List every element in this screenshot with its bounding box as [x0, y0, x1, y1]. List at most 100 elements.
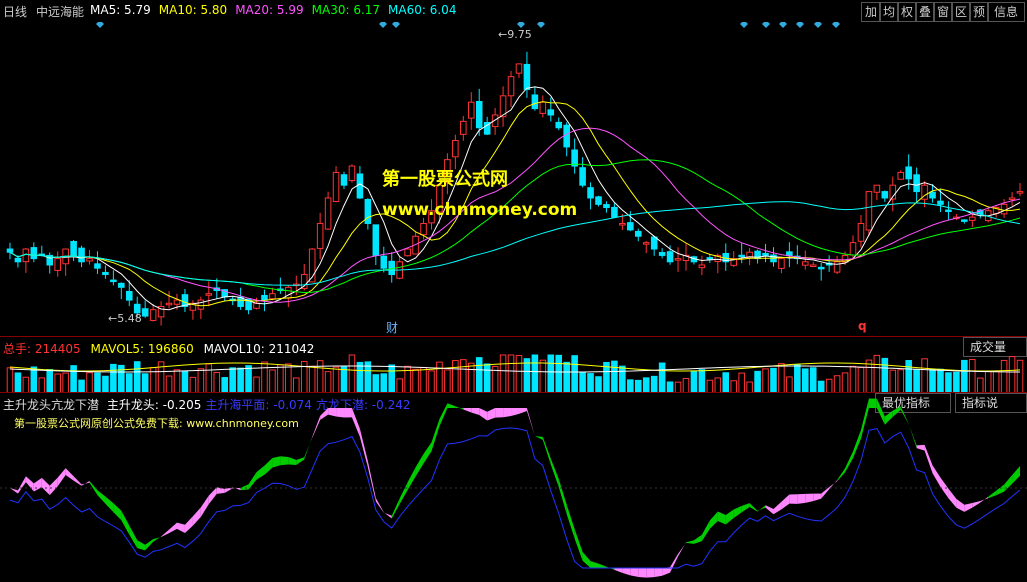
volume-bar [38, 377, 46, 393]
candle-body [555, 121, 563, 129]
rising-band [805, 493, 814, 503]
signal-diamond [537, 22, 545, 28]
falling-band [725, 509, 734, 525]
volume-bar [770, 367, 777, 393]
toolbar-button[interactable]: 权 [897, 2, 917, 22]
toolbar-button[interactable]: 区 [951, 2, 971, 22]
candle-body [475, 100, 483, 129]
falling-band [996, 484, 1005, 496]
candle-body [547, 109, 555, 116]
volume-bar [213, 371, 221, 393]
rising-band [678, 542, 686, 557]
rising-band [964, 502, 973, 512]
candle-body [452, 140, 459, 158]
falling-band [693, 534, 702, 544]
falling-band [542, 436, 551, 465]
toolbar-button[interactable]: 预 [969, 2, 989, 22]
falling-band [407, 467, 416, 491]
volume-bar [642, 377, 650, 393]
falling-band [391, 498, 400, 519]
volume-bar [969, 359, 976, 393]
candle-body [467, 101, 475, 119]
volume-bar [86, 372, 93, 393]
volume-bar [809, 367, 817, 393]
candle-body [404, 248, 411, 257]
toolbar-button[interactable]: 窗 [933, 2, 953, 22]
volume-bar [70, 365, 77, 393]
volume-bar [380, 373, 388, 393]
volume-bar [841, 372, 849, 393]
volume-bar [372, 374, 380, 393]
volume-bar [133, 361, 141, 393]
volume-bar [690, 370, 698, 393]
rising-band [518, 408, 527, 414]
rising-band [670, 553, 679, 573]
toolbar-button[interactable]: 叠 [915, 2, 935, 22]
volume-bar [396, 378, 403, 393]
volume-bar [587, 373, 594, 393]
falling-band [590, 561, 599, 568]
volume-bar [595, 376, 602, 393]
candle-body [849, 242, 857, 256]
volume-bar [1000, 359, 1008, 393]
volume-bar [356, 361, 364, 393]
volume-bar [205, 363, 213, 393]
candle-body [929, 191, 936, 199]
candle-body [786, 251, 793, 256]
candle-body [30, 247, 38, 260]
rising-band [328, 408, 337, 417]
rising-band [471, 408, 480, 416]
falling-band [988, 490, 997, 499]
candle-body [595, 196, 602, 205]
candle-body [261, 294, 268, 301]
volume-bar [348, 354, 356, 393]
toolbar-button[interactable]: 信息 [987, 2, 1025, 22]
rising-band [383, 512, 392, 519]
volume-bar [499, 354, 507, 393]
candle-body [762, 252, 769, 256]
candle-body [420, 222, 427, 236]
toolbar-button[interactable]: 加 [861, 2, 881, 22]
price-svg [6, 22, 1024, 326]
rising-band [526, 408, 535, 437]
candle-body [961, 219, 968, 222]
falling-band [853, 429, 861, 459]
rising-band [821, 487, 830, 499]
rising-band [646, 568, 655, 578]
ma-item: MA10: 5.80 [158, 3, 228, 17]
ma-legend: MA5: 5.79 MA10: 5.80 MA20: 5.99 MA30: 6.17 M… [90, 3, 464, 17]
candle-body [627, 222, 634, 231]
volume-bar [579, 372, 586, 393]
volume-bar [921, 358, 928, 393]
falling-band [248, 472, 257, 490]
candle-body [173, 299, 181, 305]
period-label[interactable]: 日线 [3, 3, 27, 20]
rising-band [169, 522, 177, 534]
signal-diamond [832, 22, 840, 28]
rising-band [49, 477, 58, 496]
volume-bar [507, 354, 515, 393]
volume-bar [483, 363, 491, 393]
rising-band [17, 476, 26, 494]
candle-body [269, 293, 276, 300]
volume-bar [833, 375, 841, 393]
falling-band [264, 457, 273, 475]
falling-band [860, 398, 869, 439]
rising-band [33, 477, 42, 492]
falling-band [296, 457, 305, 466]
candle-body [380, 255, 388, 269]
volume-bar [961, 359, 968, 393]
toolbar-button[interactable]: 均 [879, 2, 899, 22]
volume-bar [539, 359, 547, 393]
volume-bar [388, 364, 396, 393]
candle-body [666, 251, 674, 263]
volume-bar [865, 359, 873, 393]
candle-body [125, 290, 133, 301]
candle-body [1008, 197, 1016, 200]
candle-body [332, 171, 340, 202]
volume-bar [460, 359, 467, 393]
volume-svg [6, 354, 1024, 393]
ma-item: MA30: 6.17 [311, 3, 381, 17]
candle-body [650, 236, 658, 250]
falling-band [876, 398, 885, 425]
